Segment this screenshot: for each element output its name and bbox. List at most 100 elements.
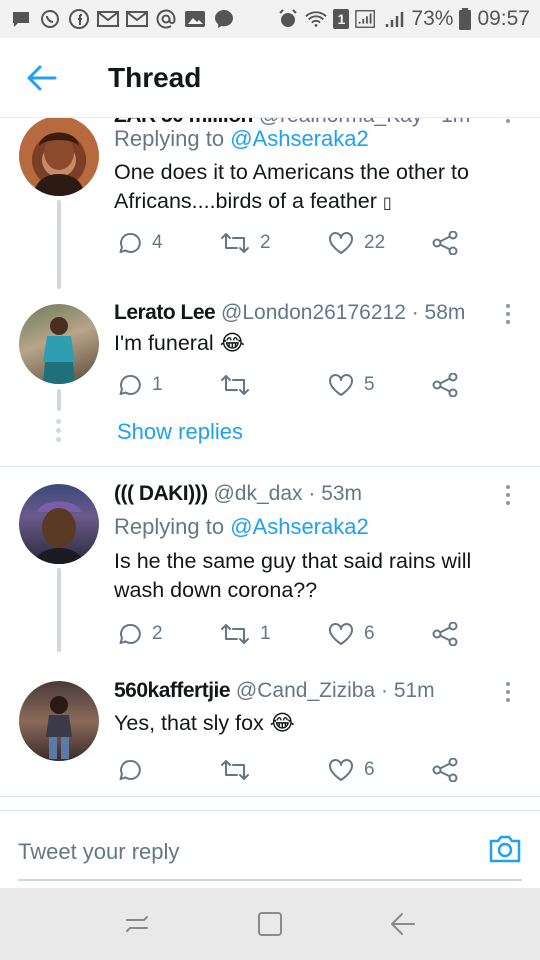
tweet-text: I'm funeral 😂	[114, 329, 510, 358]
handle[interactable]: @dk_dax	[213, 482, 302, 505]
reply-count: 4	[152, 232, 163, 253]
replying-to: Replying to @Ashseraka2	[114, 126, 369, 152]
laughing-emoji: 😂	[219, 331, 245, 355]
signal-icon	[383, 10, 405, 28]
tweet-actions: 2 1 6	[114, 619, 474, 649]
timestamp: 1m	[441, 118, 470, 127]
tweet-text: Yes, that sly fox 😂	[114, 709, 510, 738]
at-sign-icon	[155, 9, 177, 29]
avatar-portrait-icon	[43, 317, 75, 384]
tweet-body: One does it to Americans the other to Af…	[114, 160, 469, 213]
timestamp: 53m	[321, 482, 363, 505]
back-nav-icon	[391, 913, 416, 935]
share-icon	[432, 622, 458, 646]
avatar[interactable]	[19, 681, 99, 761]
display-name[interactable]: 560kaffertjie	[114, 679, 231, 702]
gallery-icon	[184, 10, 206, 28]
tweet-actions: 6	[114, 755, 474, 785]
avatar-portrait-icon	[33, 132, 85, 196]
reply-button[interactable]: 4	[118, 228, 163, 258]
thread-line	[57, 389, 61, 411]
tweet[interactable]: Lerato Lee @London26176212 · 58m I'm fun…	[0, 289, 540, 466]
battery-percentage: 73%	[411, 7, 454, 30]
sim-icon: 1	[333, 9, 350, 29]
reply-icon	[119, 759, 141, 780]
retweet-icon	[221, 624, 249, 644]
reply-composer	[0, 810, 540, 888]
thread-line	[57, 568, 61, 652]
separator-dot: ·	[308, 482, 322, 505]
reply-icon	[119, 232, 141, 253]
input-underline	[18, 879, 522, 881]
share-button[interactable]	[432, 755, 458, 785]
recents-button[interactable]	[112, 899, 162, 949]
handle[interactable]: @Cand_Ziziba	[236, 679, 375, 702]
like-button[interactable]: 6	[328, 755, 375, 785]
share-icon	[432, 758, 458, 782]
tweet-more-button[interactable]	[498, 482, 518, 508]
tweet-more-button[interactable]	[498, 679, 518, 705]
retweet-count: 1	[260, 623, 271, 644]
tweet[interactable]: ZAR 50 million @realnorma_Kay · 1m Reply…	[0, 118, 540, 289]
thread-line	[57, 200, 61, 289]
gmail-icon	[126, 10, 148, 28]
reply-icon	[119, 623, 141, 644]
tweet-actions: 1 5	[114, 370, 474, 400]
tweet[interactable]: 560kaffertjie @Cand_Ziziba · 51m Yes, th…	[0, 661, 540, 801]
alarm-icon	[277, 9, 299, 28]
tweet-header: Lerato Lee @London26176212 · 58m	[114, 301, 480, 325]
display-name[interactable]: Lerato Lee	[114, 301, 216, 324]
share-button[interactable]	[432, 370, 458, 400]
like-button[interactable]: 6	[328, 619, 375, 649]
avatar[interactable]	[19, 484, 99, 564]
reply-input[interactable]	[18, 835, 458, 869]
missing-glyph-emoji: ▯	[382, 195, 392, 212]
thread-feed[interactable]: ZAR 50 million @realnorma_Kay · 1m Reply…	[0, 118, 540, 810]
timestamp: 51m	[393, 679, 435, 702]
replying-label: Replying to	[114, 514, 225, 539]
heart-icon	[329, 374, 353, 396]
mention-link[interactable]: @Ashseraka2	[230, 514, 369, 539]
tweet-actions: 4 2 22	[114, 228, 474, 258]
reply-button[interactable]	[118, 755, 152, 785]
mention-link[interactable]: @Ashseraka2	[230, 126, 369, 151]
handle[interactable]: @London26176212	[221, 301, 406, 324]
like-button[interactable]: 5	[328, 370, 375, 400]
status-bar: 1 73% 09:57	[0, 0, 540, 38]
tweet-more-button[interactable]	[498, 118, 518, 130]
retweet-icon	[221, 233, 249, 253]
tweet-header: 560kaffertjie @Cand_Ziziba · 51m	[114, 679, 480, 703]
share-button[interactable]	[432, 228, 458, 258]
retweet-button[interactable]	[220, 755, 260, 785]
retweet-button[interactable]: 1	[220, 619, 271, 649]
avatar[interactable]	[19, 118, 99, 196]
avatar-portrait-icon	[33, 501, 85, 564]
home-button[interactable]	[245, 899, 295, 949]
reply-button[interactable]: 1	[118, 370, 163, 400]
back-nav-button[interactable]	[378, 899, 428, 949]
camera-button[interactable]	[488, 833, 522, 865]
retweet-button[interactable]: 2	[220, 228, 271, 258]
like-button[interactable]: 22	[328, 228, 385, 258]
retweet-button[interactable]	[220, 370, 260, 400]
home-icon	[257, 912, 282, 936]
display-name[interactable]: ((( DAKI)))	[114, 482, 208, 505]
facebook-icon	[68, 9, 90, 29]
messenger-icon	[213, 10, 235, 28]
tweet-more-button[interactable]	[498, 301, 518, 327]
recents-icon	[125, 916, 148, 932]
tweet[interactable]: ((( DAKI))) @dk_dax · 53m Replying to @A…	[0, 467, 540, 652]
back-button[interactable]	[12, 48, 72, 108]
avatar-portrait-icon	[46, 696, 72, 759]
gmail-icon	[97, 10, 119, 28]
tweet-text: Is he the same guy that said rains will …	[114, 547, 510, 605]
reply-count: 2	[152, 623, 163, 644]
header-bar: Thread	[0, 38, 540, 118]
show-replies-link[interactable]: Show replies	[117, 419, 243, 445]
avatar[interactable]	[19, 304, 99, 384]
replying-to: Replying to @Ashseraka2	[114, 514, 369, 540]
heart-icon	[329, 759, 353, 781]
separator-dot: ·	[411, 301, 425, 324]
share-button[interactable]	[432, 619, 458, 649]
reply-button[interactable]: 2	[118, 619, 163, 649]
